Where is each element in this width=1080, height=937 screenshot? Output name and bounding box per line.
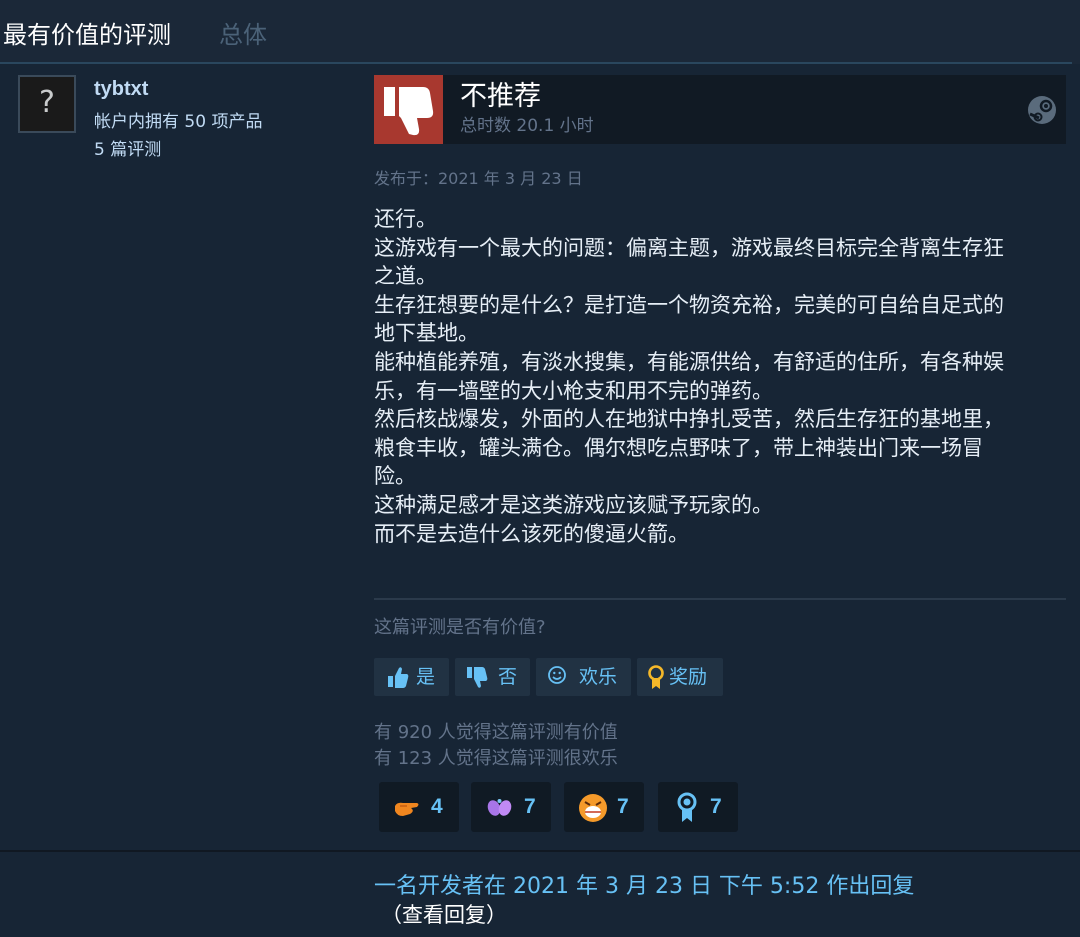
helpful-question: 这篇评测是否有价值? [374,617,546,638]
review-line: 生存狂想要的是什么？是打造一个物资充裕，完美的可自给自足式的 [374,292,1004,317]
vote-yes-label: 是 [416,666,436,688]
award-badge[interactable]: 7 [564,782,644,832]
tab-overall[interactable]: 总体 [219,20,267,50]
award-badge[interactable]: 7 [658,782,738,832]
play-hours: 总时数 20.1 小时 [460,116,594,136]
award-count: 7 [524,795,536,818]
avatar-placeholder: ? [39,85,55,120]
award-button[interactable]: 奖励 [637,658,723,696]
award-badge[interactable]: 7 [471,782,551,832]
developer-reply: 一名开发者在 2021 年 3 月 23 日 下午 5:52 作出回复 （查看回… [0,850,1080,937]
products-owned[interactable]: 帐户内拥有 50 项产品 [94,110,262,134]
review-line: 粮食丰收，罐头满仓。偶尔想吃点野味了，带上神装出门来一场冒 [374,435,983,460]
vote-funny-button[interactable]: 欢乐 [536,658,631,696]
pointing-hand-icon [391,790,425,824]
award-count: 7 [617,795,629,818]
steam-icon [1027,95,1057,125]
funny-count: 有 123 人觉得这篇评测很欢乐 [374,748,618,769]
vote-funny-label: 欢乐 [579,666,618,688]
laughing-face-icon [576,790,610,824]
review-count[interactable]: 5 篇评测 [94,138,161,162]
review-line: 险。 [374,464,416,489]
view-reply-link[interactable]: （查看回复） [381,901,507,929]
helpful-count: 有 920 人觉得这篇评测有价值 [374,722,618,743]
review-line: 这游戏有一个最大的问题：偏离主题，游戏最终目标完全背离生存狂 [374,235,1004,260]
award-badge[interactable]: 4 [379,782,459,832]
vote-no-label: 否 [498,666,518,688]
review-line: 而不是去造什么该死的傻逼火箭。 [374,521,689,546]
vote-no-button[interactable]: 否 [455,658,530,696]
review-line: 地下基地。 [374,321,479,346]
thumbs-down-icon [465,658,489,696]
review-line: 还行。 [374,207,437,231]
review-page: 最有价值的评测 总体 ? tybtxt 帐户内拥有 50 项产品 5 篇评测 不… [0,0,1080,937]
purple-hands-icon [483,790,517,824]
divider [374,598,1066,600]
review-card: ? tybtxt 帐户内拥有 50 项产品 5 篇评测 不推荐 总时数 20.1… [0,64,1080,937]
thumbs-down-icon [374,75,443,144]
posted-date: 发布于：2021 年 3 月 23 日 [374,169,583,188]
avatar[interactable]: ? [18,75,76,133]
thumbs-up-icon [386,658,410,696]
ribbon-medal-icon [670,790,704,824]
review-line: 这种满足感才是这类游戏应该赋予玩家的。 [374,492,773,517]
award-label: 奖励 [669,666,708,688]
review-line: 之道。 [374,264,437,289]
award-count: 7 [710,795,722,818]
username[interactable]: tybtxt [94,77,148,101]
award-icon [645,658,669,696]
review-line: 乐，有一墙壁的大小枪支和用不完的弹药。 [374,378,773,403]
section-header: 最有价值的评测 总体 [0,0,1072,64]
developer-reply-link[interactable]: 一名开发者在 2021 年 3 月 23 日 下午 5:52 作出回复 [374,872,914,902]
section-title: 最有价值的评测 [3,21,171,49]
verdict-bar: 不推荐 总时数 20.1 小时 [374,75,1066,144]
review-text: 还行。 这游戏有一个最大的问题：偏离主题，游戏最终目标完全背离生存狂 之道。 生… [374,205,1064,548]
review-line: 能种植能养殖，有淡水搜集，有能源供给，有舒适的住所，有各种娱 [374,349,1004,374]
award-count: 4 [431,795,443,818]
verdict-title: 不推荐 [460,81,541,112]
smiley-icon [546,658,570,696]
vote-yes-button[interactable]: 是 [374,658,449,696]
review-line: 然后核战爆发，外面的人在地狱中挣扎受苦，然后生存狂的基地里， [374,407,1004,432]
